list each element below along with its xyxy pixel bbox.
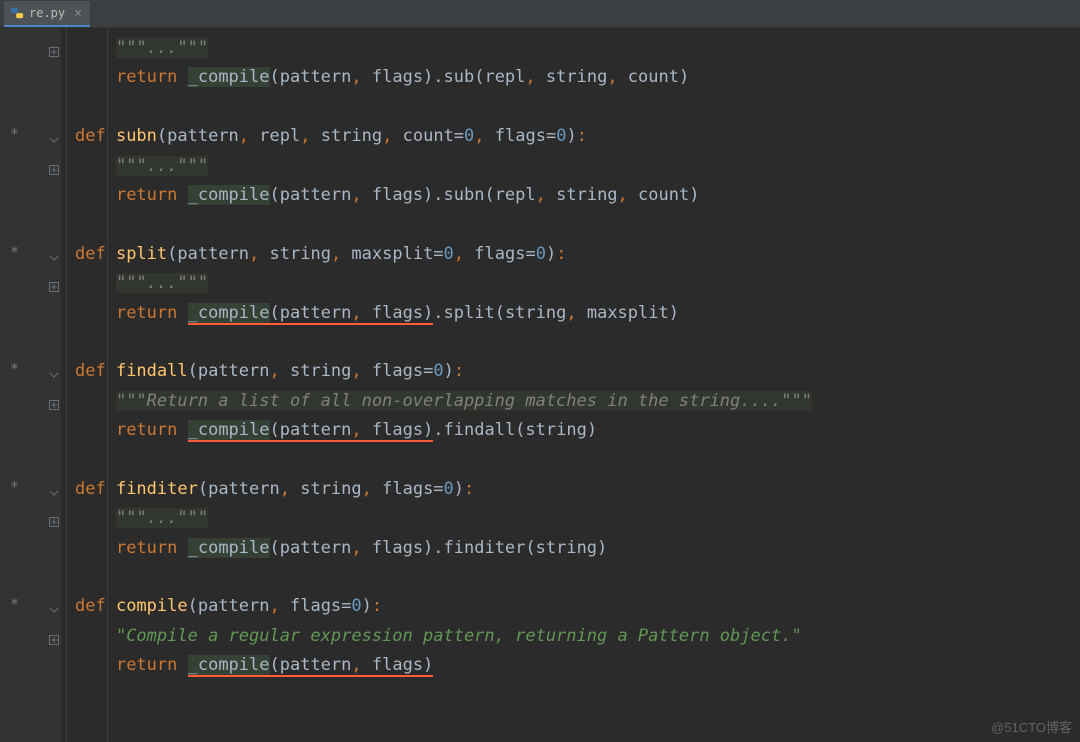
indent-guide — [66, 28, 67, 742]
code-line[interactable]: return _compile(pattern, flags).sub(repl… — [75, 63, 1080, 92]
tab-filename: re.py — [29, 6, 65, 20]
code-line[interactable]: def findall(pattern, string, flags=0): — [75, 357, 1080, 386]
code-line[interactable]: return _compile(pattern, flags) — [75, 651, 1080, 680]
code-line[interactable] — [75, 210, 1080, 239]
code-line[interactable] — [75, 93, 1080, 122]
code-line[interactable]: def compile(pattern, flags=0): — [75, 592, 1080, 621]
code-editor[interactable]: ***** """...""" return _compile(pattern,… — [0, 28, 1080, 742]
python-file-icon — [10, 6, 24, 20]
code-line[interactable]: """...""" — [75, 269, 1080, 298]
code-line[interactable] — [75, 445, 1080, 474]
indent-guide — [107, 28, 108, 742]
gutter: ***** — [0, 28, 61, 742]
close-icon[interactable]: × — [74, 6, 82, 21]
code-line[interactable]: return _compile(pattern, flags).split(st… — [75, 299, 1080, 328]
file-tab[interactable]: re.py × — [4, 1, 90, 27]
code-line[interactable] — [75, 328, 1080, 357]
code-line[interactable]: return _compile(pattern, flags).findall(… — [75, 416, 1080, 445]
code-line[interactable]: def subn(pattern, repl, string, count=0,… — [75, 122, 1080, 151]
tab-bar: re.py × — [0, 0, 1080, 28]
code-line[interactable]: "Compile a regular expression pattern, r… — [75, 622, 1080, 651]
code-line[interactable]: return _compile(pattern, flags).subn(rep… — [75, 181, 1080, 210]
code-line[interactable]: """Return a list of all non-overlapping … — [75, 387, 1080, 416]
code-line[interactable]: """...""" — [75, 34, 1080, 63]
code-line[interactable] — [75, 563, 1080, 592]
code-line[interactable]: def finditer(pattern, string, flags=0): — [75, 475, 1080, 504]
code-line[interactable]: def split(pattern, string, maxsplit=0, f… — [75, 240, 1080, 269]
watermark: @51CTO博客 — [991, 717, 1072, 736]
code-line[interactable]: """...""" — [75, 152, 1080, 181]
code-line[interactable]: return _compile(pattern, flags).finditer… — [75, 534, 1080, 563]
code-line[interactable]: """...""" — [75, 504, 1080, 533]
code-area[interactable]: """...""" return _compile(pattern, flags… — [61, 28, 1080, 742]
